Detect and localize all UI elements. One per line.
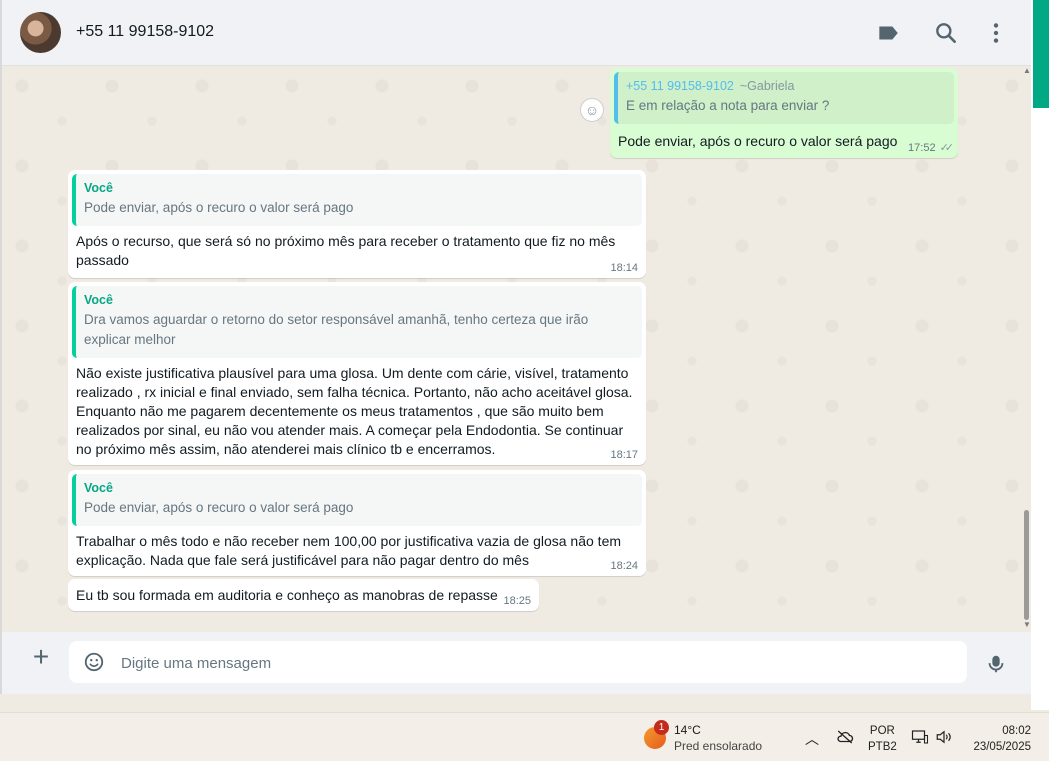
quoted-message[interactable]: Você Pode enviar, após o recuro o valor … [72, 474, 642, 526]
whatsapp-window: +55 11 99158-9102 +55 11 99158-9102 ~Gabr… [0, 0, 1031, 694]
message-text: Pode enviar, após o recuro o valor será … [618, 133, 898, 149]
message-input[interactable] [119, 641, 943, 685]
message-text: Não existe justificativa plausível para … [76, 365, 633, 457]
scrollbar-thumb[interactable] [1024, 510, 1029, 620]
volume-icon[interactable] [935, 729, 953, 748]
read-ticks-icon: ✓✓ [939, 142, 955, 154]
cloud-offline-icon[interactable] [836, 729, 854, 748]
emoji-reaction-icon[interactable]: ☺ [580, 98, 604, 122]
notification-badge: 1 [654, 720, 669, 735]
scroll-down-arrow-icon[interactable]: ▼ [1023, 620, 1031, 629]
chevron-up-icon[interactable]: ︿ [805, 729, 819, 749]
quoted-message[interactable]: +55 11 99158-9102 ~Gabriela E em relação … [614, 72, 954, 124]
message-time: 18:14 [610, 262, 638, 274]
sticker-icon[interactable] [83, 651, 105, 673]
input-language[interactable]: POR PTB2 [868, 723, 897, 755]
quote-text: Dra vamos aguardar o retorno do setor re… [84, 312, 589, 347]
quote-author-number: +55 11 99158-9102 [626, 79, 734, 93]
search-icon[interactable] [933, 20, 959, 46]
menu-icon[interactable] [983, 20, 1009, 46]
message-bubble-incoming[interactable]: Você Dra vamos aguardar o retorno do set… [68, 282, 646, 465]
contact-name[interactable]: +55 11 99158-9102 [76, 23, 214, 41]
accent-bar [1033, 0, 1049, 108]
message-time: 18:17 [610, 449, 638, 461]
quote-author-alias: ~Gabriela [739, 79, 795, 93]
avatar[interactable] [20, 12, 61, 53]
attach-plus-icon[interactable]: + [28, 643, 54, 671]
quote-text: E em relação a nota para enviar ? [626, 98, 830, 113]
quote-author: Você [84, 181, 113, 195]
message-text: Trabalhar o mês todo e não receber nem 1… [76, 533, 622, 568]
taskbar: 1 14°C Pred ensolarado ︿ POR PTB2 08:02 23… [0, 712, 1049, 761]
scroll-up-arrow-icon[interactable]: ▲ [1023, 66, 1031, 75]
display-network-icon[interactable] [911, 729, 929, 748]
quote-text: Pode enviar, após o recuro o valor será … [84, 200, 354, 215]
quoted-message[interactable]: Você Pode enviar, após o recuro o valor … [72, 174, 642, 226]
message-text: Após o recurso, que será só no próximo m… [76, 233, 616, 268]
message-composer: + [2, 632, 1031, 694]
message-text: Eu tb sou formada em auditoria e conheço… [76, 587, 498, 603]
message-time: 18:24 [610, 560, 638, 572]
labels-icon[interactable] [875, 20, 901, 46]
quote-author: Você [84, 293, 113, 307]
message-input-box[interactable] [69, 641, 967, 685]
quote-text: Pode enviar, após o recuro o valor será … [84, 500, 354, 515]
message-bubble-incoming[interactable]: Você Pode enviar, após o recuro o valor … [68, 170, 646, 278]
microphone-icon[interactable] [985, 652, 1007, 676]
message-time: 18:25 [503, 595, 531, 607]
system-clock[interactable]: 08:02 23/05/2025 [965, 723, 1031, 755]
message-bubble-incoming[interactable]: Você Pode enviar, após o recuro o valor … [68, 470, 646, 576]
message-time: 17:52 ✓✓ [908, 142, 955, 154]
weather-description[interactable]: Pred ensolarado [674, 739, 762, 753]
message-bubble-outgoing[interactable]: +55 11 99158-9102 ~Gabriela E em relação … [610, 68, 958, 158]
chat-header: +55 11 99158-9102 [2, 0, 1031, 66]
message-bubble-incoming[interactable]: Eu tb sou formada em auditoria e conheço… [68, 579, 539, 611]
weather-temperature[interactable]: 14°C [674, 723, 701, 737]
message-list[interactable]: +55 11 99158-9102 ~Gabriela E em relação … [2, 66, 1031, 632]
quoted-message[interactable]: Você Dra vamos aguardar o retorno do set… [72, 286, 642, 358]
quote-author: Você [84, 481, 113, 495]
